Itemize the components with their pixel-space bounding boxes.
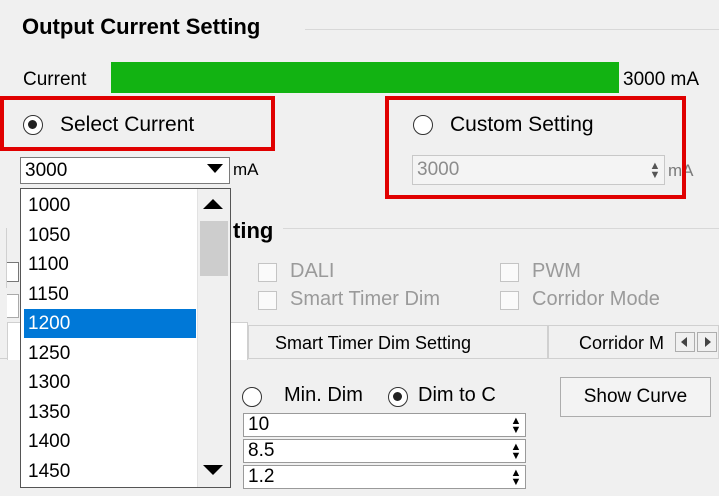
param-input-2[interactable]: 8.5 ▲ ▼ bbox=[243, 439, 526, 463]
tab-smart-timer-dim-setting[interactable]: Smart Timer Dim Setting bbox=[248, 325, 548, 359]
current-label: Current bbox=[23, 69, 87, 90]
param-value-2: 8.5 bbox=[248, 440, 275, 461]
group-divider bbox=[305, 29, 719, 30]
chevron-down-icon[interactable] bbox=[207, 164, 223, 173]
dim-to-label: Dim to C bbox=[418, 384, 496, 406]
dropdown-option[interactable]: 1150 bbox=[24, 280, 196, 309]
smart-timer-dim-checkbox[interactable] bbox=[258, 291, 277, 310]
scroll-thumb[interactable] bbox=[200, 221, 228, 276]
current-level-bar bbox=[111, 62, 619, 93]
spin-arrows-icon[interactable]: ▲ ▼ bbox=[509, 440, 523, 462]
tab-scroll-left-icon[interactable] bbox=[675, 332, 695, 352]
corridor-mode-label: Corridor Mode bbox=[532, 288, 660, 310]
dropdown-option[interactable]: 1000 bbox=[24, 191, 196, 220]
dropdown-option[interactable]: 1350 bbox=[24, 398, 196, 427]
show-curve-button[interactable]: Show Curve bbox=[560, 377, 711, 417]
dali-label: DALI bbox=[290, 260, 335, 282]
corridor-mode-checkbox[interactable] bbox=[500, 291, 519, 310]
pwm-label: PWM bbox=[532, 260, 581, 282]
current-combobox[interactable]: 3000 bbox=[20, 157, 230, 184]
tab-corridor[interactable]: Corridor M bbox=[548, 325, 719, 359]
min-dim-radio[interactable] bbox=[242, 387, 262, 407]
smart-timer-dim-label: Smart Timer Dim bbox=[290, 288, 440, 310]
tab-corridor-label: Corridor M bbox=[579, 333, 665, 353]
spin-arrows-icon[interactable]: ▲ ▼ bbox=[509, 414, 523, 436]
dropdown-option[interactable]: 1300 bbox=[24, 368, 196, 397]
tab-scroll-right-icon[interactable] bbox=[697, 332, 717, 352]
scroll-down-icon[interactable] bbox=[203, 465, 223, 475]
min-dim-label: Min. Dim bbox=[284, 384, 363, 406]
current-dropdown-list[interactable]: 1000 1050 1100 1150 1200 1250 1300 1350 1400 1450 bbox=[20, 188, 231, 488]
param-value-3: 1.2 bbox=[248, 466, 275, 487]
tab-smart-timer-label: Smart Timer Dim Setting bbox=[275, 333, 472, 353]
combo-unit-label: mA bbox=[233, 160, 259, 179]
dropdown-option[interactable]: 1450 bbox=[24, 457, 196, 486]
collapsed-field-edge bbox=[7, 294, 19, 318]
pwm-checkbox[interactable] bbox=[500, 263, 519, 282]
current-combobox-value: 3000 bbox=[25, 160, 68, 181]
dropdown-option[interactable]: 1050 bbox=[24, 221, 196, 250]
dim-to-radio[interactable] bbox=[388, 387, 408, 407]
dim-group-title: ting bbox=[233, 218, 274, 243]
dali-checkbox[interactable] bbox=[258, 263, 277, 282]
dropdown-option[interactable]: 1400 bbox=[24, 427, 196, 456]
param-input-1[interactable]: 10 ▲ ▼ bbox=[243, 413, 526, 437]
dropdown-scrollbar[interactable] bbox=[197, 189, 230, 487]
spin-arrows-icon[interactable]: ▲ ▼ bbox=[509, 466, 523, 488]
param-value-1: 10 bbox=[248, 414, 270, 435]
dropdown-option[interactable]: 1200 bbox=[24, 309, 196, 338]
dropdown-option[interactable]: 1100 bbox=[24, 250, 196, 279]
output-group-title: Output Current Setting bbox=[22, 14, 261, 39]
scroll-up-icon[interactable] bbox=[203, 199, 223, 209]
group-divider bbox=[283, 228, 719, 229]
current-value-text: 3000 mA bbox=[623, 69, 700, 90]
param-input-3[interactable]: 1.2 ▲ ▼ bbox=[243, 465, 526, 489]
select-current-highlight bbox=[0, 96, 275, 151]
collapsed-checkbox-edge bbox=[7, 262, 19, 282]
custom-setting-highlight bbox=[385, 96, 686, 199]
dropdown-option[interactable]: 1250 bbox=[24, 339, 196, 368]
